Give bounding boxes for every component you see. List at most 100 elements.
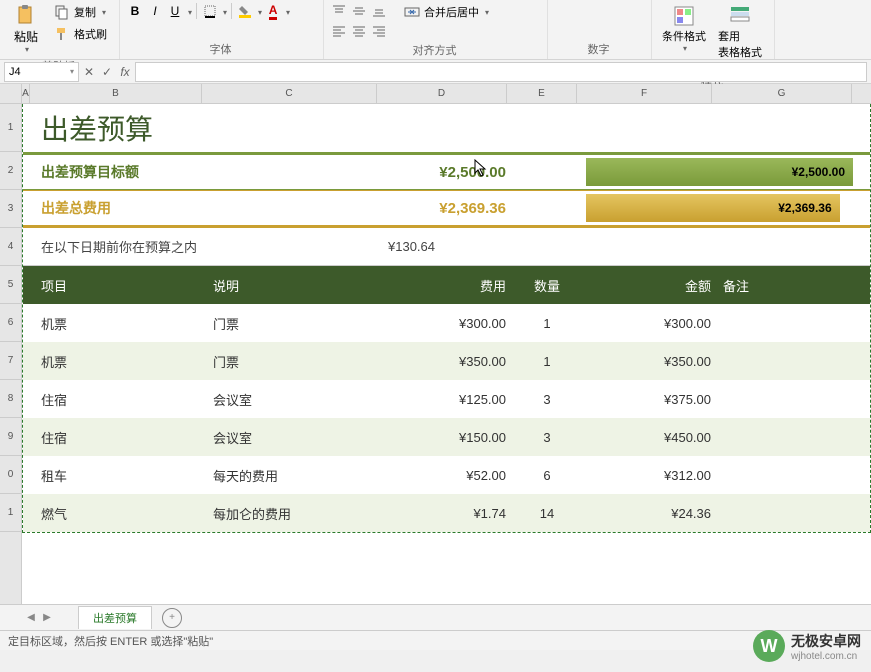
formula-bar[interactable] [135, 62, 867, 82]
format-painter-button[interactable]: 格式刷 [50, 24, 111, 44]
cell-item[interactable]: 燃气 [35, 494, 207, 532]
cell-qty[interactable]: 3 [512, 418, 582, 456]
row-header[interactable]: 7 [0, 342, 21, 380]
cell-amount[interactable]: ¥350.00 [582, 342, 717, 380]
border-button[interactable] [201, 2, 219, 20]
format-table-icon [728, 4, 752, 28]
merge-center-button[interactable]: 合并后居中 [400, 2, 493, 22]
cell-amount[interactable]: ¥312.00 [582, 456, 717, 494]
table-row: 租车每天的费用¥52.006¥312.00 [23, 456, 870, 494]
cancel-formula-button[interactable]: ✕ [81, 64, 97, 80]
status-bar: 定目标区域，然后按 ENTER 或选择"粘贴" [0, 630, 871, 650]
font-color-dropdown[interactable] [284, 4, 290, 18]
italic-button[interactable]: I [146, 2, 164, 20]
col-header[interactable]: B [30, 84, 202, 103]
cell-notes[interactable] [717, 304, 857, 342]
row-header[interactable]: 9 [0, 418, 21, 456]
row-header[interactable]: 1 [0, 104, 21, 152]
format-painter-label: 格式刷 [74, 26, 107, 42]
cell-cost[interactable]: ¥300.00 [382, 304, 512, 342]
format-table-label: 套用 表格格式 [718, 28, 762, 60]
cell-notes[interactable] [717, 494, 857, 532]
col-header[interactable]: F [577, 84, 712, 103]
cell-item[interactable]: 租车 [35, 456, 207, 494]
select-all-corner[interactable] [0, 84, 21, 104]
row-header[interactable]: 4 [0, 228, 21, 266]
row-header[interactable]: 5 [0, 266, 21, 304]
row-header[interactable]: 6 [0, 304, 21, 342]
total-row: 出差总费用 ¥2,369.36 ¥2,369.36 [23, 190, 870, 228]
copy-button[interactable]: 复制 [50, 2, 111, 22]
cell-cost[interactable]: ¥1.74 [382, 494, 512, 532]
col-header[interactable]: E [507, 84, 577, 103]
cell-qty[interactable]: 1 [512, 304, 582, 342]
align-center-button[interactable] [350, 22, 368, 40]
cell-desc[interactable]: 每加仑的费用 [207, 494, 382, 532]
row-header[interactable]: 0 [0, 456, 21, 494]
table-row: 住宿会议室¥150.003¥450.00 [23, 418, 870, 456]
cell-qty[interactable]: 1 [512, 342, 582, 380]
cell-amount[interactable]: ¥24.36 [582, 494, 717, 532]
conditional-format-button[interactable]: 条件格式 [658, 2, 710, 55]
bold-button[interactable]: B [126, 2, 144, 20]
cell-notes[interactable] [717, 380, 857, 418]
cell-desc[interactable]: 会议室 [207, 380, 382, 418]
confirm-formula-button[interactable]: ✓ [99, 64, 115, 80]
worksheet[interactable]: 1 2 3 4 5 6 7 8 9 0 1 A B C D E F G 出差预算 [0, 84, 871, 604]
cell-desc[interactable]: 门票 [207, 342, 382, 380]
fill-color-button[interactable] [236, 2, 254, 20]
row-header[interactable]: 2 [0, 152, 21, 190]
cell-cost[interactable]: ¥350.00 [382, 342, 512, 380]
new-sheet-button[interactable]: + [162, 608, 182, 628]
cell-cost[interactable]: ¥150.00 [382, 418, 512, 456]
budget-row: 出差预算目标额 ¥2,500.00 ¥2,500.00 [23, 152, 870, 190]
cell-desc[interactable]: 会议室 [207, 418, 382, 456]
align-bottom-button[interactable] [370, 2, 388, 20]
font-color-button[interactable]: A [264, 2, 282, 20]
underline-button[interactable]: U [166, 2, 184, 20]
align-right-button[interactable] [370, 22, 388, 40]
col-header[interactable]: G [712, 84, 852, 103]
align-top-button[interactable] [330, 2, 348, 20]
cell-amount[interactable]: ¥375.00 [582, 380, 717, 418]
col-header[interactable]: A [22, 84, 30, 103]
cell-amount[interactable]: ¥450.00 [582, 418, 717, 456]
sheet-tab[interactable]: 出差预算 [78, 606, 152, 629]
cell-qty[interactable]: 6 [512, 456, 582, 494]
cell-qty[interactable]: 3 [512, 380, 582, 418]
cell-amount[interactable]: ¥300.00 [582, 304, 717, 342]
hdr-notes: 备注 [717, 266, 857, 304]
align-middle-button[interactable] [350, 2, 368, 20]
tab-scroll-right[interactable]: ▶ [40, 610, 54, 626]
table-row: 燃气每加仑的费用¥1.7414¥24.36 [23, 494, 870, 532]
cell-desc[interactable]: 每天的费用 [207, 456, 382, 494]
tab-scroll-left[interactable]: ◀ [24, 610, 38, 626]
align-left-button[interactable] [330, 22, 348, 40]
cell-notes[interactable] [717, 418, 857, 456]
row-header[interactable]: 3 [0, 190, 21, 228]
cell-item[interactable]: 住宿 [35, 380, 207, 418]
cell-item[interactable]: 机票 [35, 342, 207, 380]
border-dropdown[interactable] [221, 4, 227, 18]
name-box[interactable]: J4 ▾ [4, 62, 79, 82]
cell-item[interactable]: 住宿 [35, 418, 207, 456]
budget-label: 出差预算目标额 [35, 155, 207, 189]
underline-dropdown[interactable] [186, 4, 192, 18]
cell-notes[interactable] [717, 342, 857, 380]
cell-item[interactable]: 机票 [35, 304, 207, 342]
fx-button[interactable]: fx [117, 64, 133, 80]
fill-color-dropdown[interactable] [256, 4, 262, 18]
col-header[interactable]: C [202, 84, 377, 103]
budget-bar-cell: ¥2,500.00 [582, 155, 857, 189]
cell-notes[interactable] [717, 456, 857, 494]
cell-desc[interactable]: 门票 [207, 304, 382, 342]
budget-bar: ¥2,500.00 [586, 158, 853, 186]
paste-button[interactable]: 粘贴 [6, 2, 46, 56]
doc-title: 出差预算 [35, 104, 870, 152]
cell-cost[interactable]: ¥125.00 [382, 380, 512, 418]
cell-cost[interactable]: ¥52.00 [382, 456, 512, 494]
col-header[interactable]: D [377, 84, 507, 103]
row-header[interactable]: 1 [0, 494, 21, 532]
cell-qty[interactable]: 14 [512, 494, 582, 532]
row-header[interactable]: 8 [0, 380, 21, 418]
